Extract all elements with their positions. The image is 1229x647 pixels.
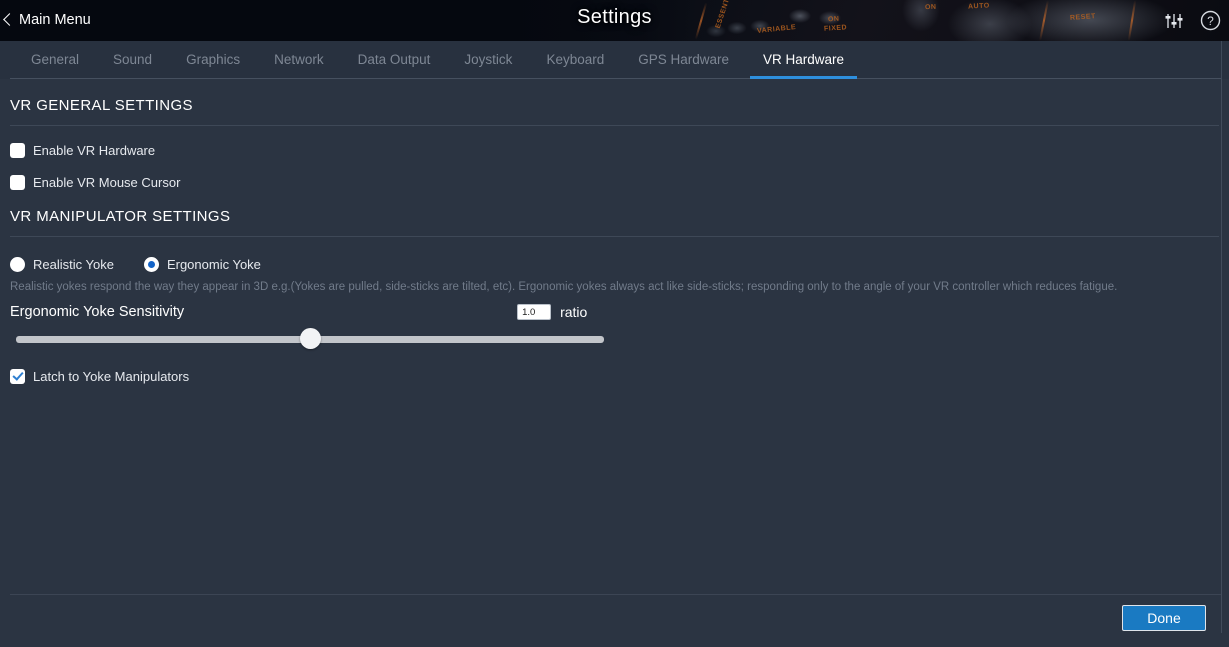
settings-content: VR GENERAL SETTINGS Enable VR Hardware E… (0, 79, 1229, 647)
tab-joystick[interactable]: Joystick (447, 41, 529, 79)
page-title: Settings (577, 6, 652, 28)
settings-window: ESSENTIAL VARIABLE ON FIXED ON AUTO RESET Main… (0, 0, 1229, 647)
radio-row-ergonomic-yoke[interactable]: Ergonomic Yoke (143, 257, 261, 272)
tab-data-output[interactable]: Data Output (341, 41, 448, 79)
done-button[interactable]: Done (1122, 605, 1206, 631)
tab-sound[interactable]: Sound (96, 41, 169, 79)
section-title-vr-manipulator: VR MANIPULATOR SETTINGS (10, 208, 231, 225)
checkbox-row-latch-to-yoke-manipulators[interactable]: Latch to Yoke Manipulators (10, 368, 1219, 384)
tab-general[interactable]: General (14, 41, 96, 79)
ergonomic-yoke-sensitivity-slider[interactable] (16, 326, 604, 352)
tab-graphics[interactable]: Graphics (169, 41, 257, 79)
panel-right-edge (1221, 41, 1222, 633)
svg-text:?: ? (1207, 14, 1214, 28)
latch-to-yoke-manipulators-label: Latch to Yoke Manipulators (33, 368, 190, 384)
tab-network[interactable]: Network (257, 41, 341, 79)
sensitivity-value-group: 1.0 ratio (517, 303, 588, 320)
checkbox-row-enable-vr-mouse-cursor[interactable]: Enable VR Mouse Cursor (10, 175, 1219, 190)
section-divider-manipulator (10, 236, 1219, 237)
enable-vr-mouse-cursor-checkbox[interactable] (10, 175, 25, 190)
help-circle-icon[interactable]: ? (1199, 10, 1221, 32)
ergonomic-yoke-sensitivity-label: Ergonomic Yoke Sensitivity (10, 303, 185, 320)
ergonomic-yoke-label: Ergonomic Yoke (166, 257, 261, 272)
slider-thumb[interactable] (299, 327, 321, 349)
enable-vr-hardware-checkbox[interactable] (10, 143, 25, 158)
footer-divider (10, 594, 1221, 595)
footer-bar: Done (0, 594, 1229, 647)
latch-to-yoke-manipulators-checkbox[interactable] (10, 368, 25, 384)
enable-vr-hardware-label: Enable VR Hardware (33, 143, 156, 158)
tab-gps-hardware[interactable]: GPS Hardware (621, 41, 746, 79)
realistic-yoke-label: Realistic Yoke (33, 257, 114, 272)
header-icon-group: ? (1163, 0, 1221, 41)
tab-keyboard[interactable]: Keyboard (529, 41, 621, 79)
settings-tab-bar: General Sound Graphics Network Data Outp… (0, 41, 1229, 79)
title-bar: ESSENTIAL VARIABLE ON FIXED ON AUTO RESET Main… (0, 0, 1229, 41)
sensitivity-unit-label: ratio (560, 303, 588, 320)
realistic-yoke-radio[interactable] (10, 257, 25, 272)
section-divider-general (10, 125, 1219, 126)
sensitivity-header-row: Ergonomic Yoke Sensitivity 1.0 ratio (10, 303, 1219, 320)
sensitivity-value-input[interactable]: 1.0 (517, 303, 552, 320)
sliders-icon[interactable] (1163, 10, 1185, 32)
tab-vr-hardware[interactable]: VR Hardware (746, 41, 861, 79)
yoke-mode-radio-group: Realistic Yoke Ergonomic Yoke (10, 257, 1219, 272)
radio-row-realistic-yoke[interactable]: Realistic Yoke (10, 257, 114, 272)
enable-vr-mouse-cursor-label: Enable VR Mouse Cursor (33, 175, 181, 190)
checkbox-row-enable-vr-hardware[interactable]: Enable VR Hardware (10, 143, 1219, 158)
yoke-mode-description: Realistic yokes respond the way they app… (10, 281, 1118, 293)
ergonomic-yoke-radio[interactable] (143, 257, 159, 272)
section-title-vr-general: VR GENERAL SETTINGS (10, 97, 193, 114)
